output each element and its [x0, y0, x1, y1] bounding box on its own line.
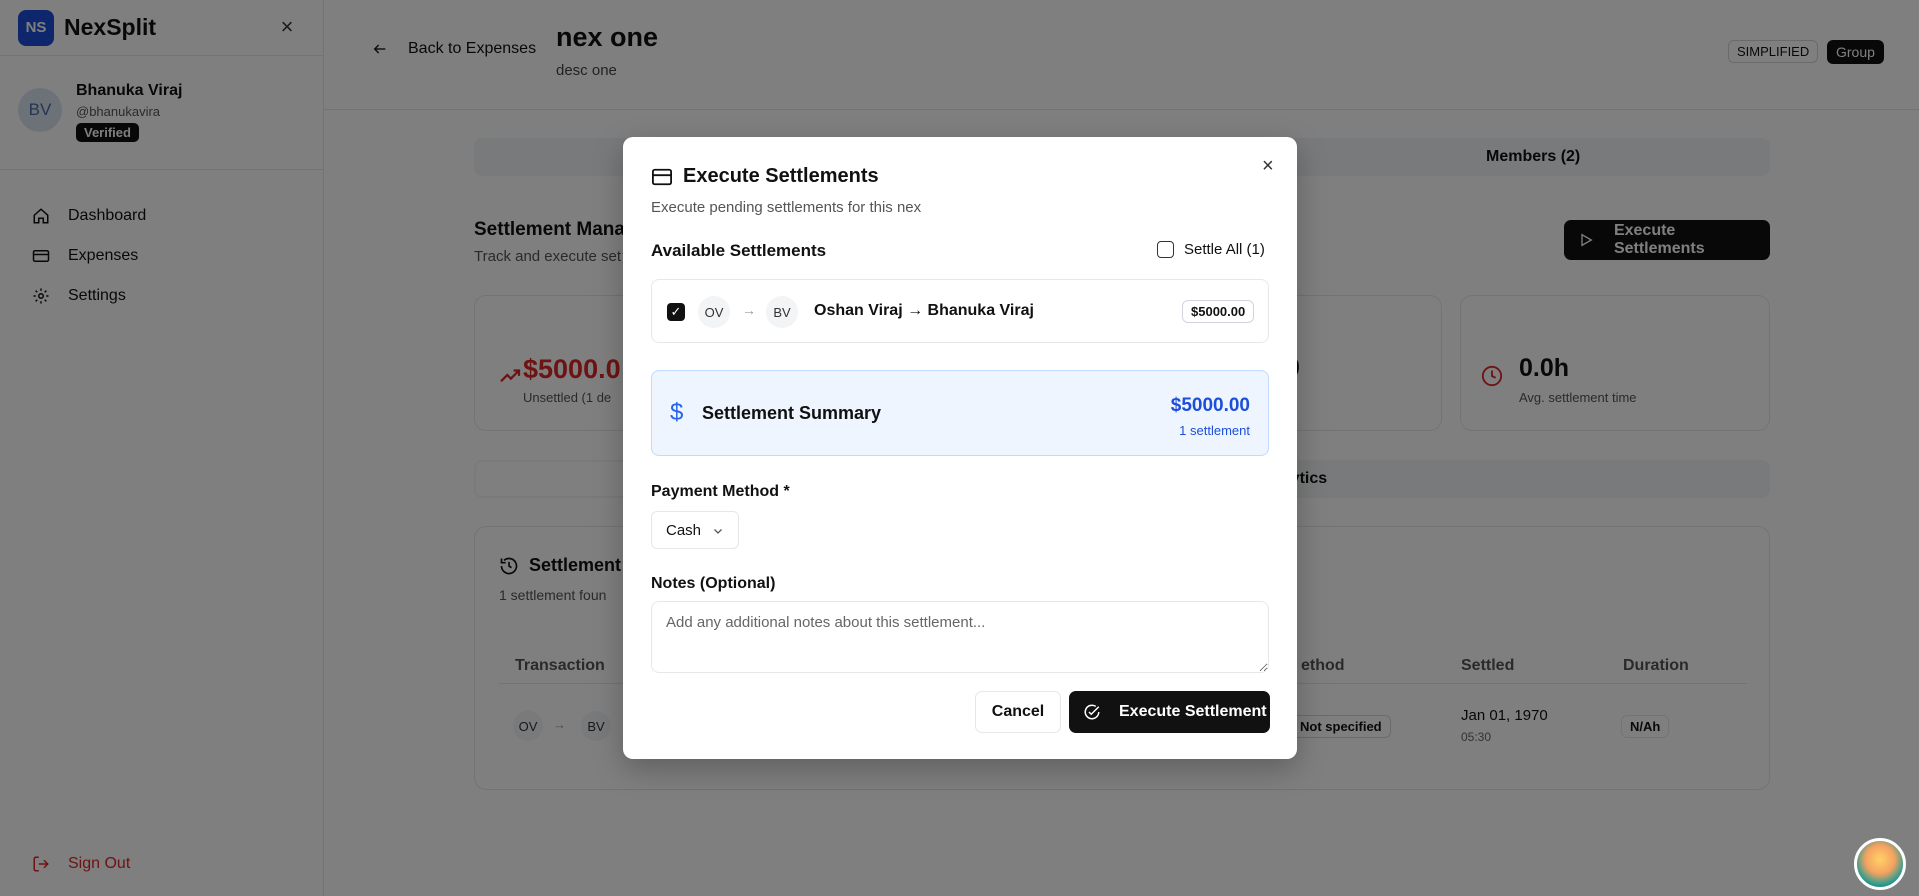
settlement-item[interactable]: ✓ OV → BV Oshan Viraj → Bhanuka Viraj $5…	[651, 279, 1269, 343]
settle-all-label: Settle All (1)	[1184, 241, 1265, 258]
assistant-avatar[interactable]	[1854, 838, 1906, 890]
close-icon[interactable]: ×	[1262, 155, 1274, 178]
check-circle-icon	[1084, 704, 1100, 720]
item-checkbox[interactable]: ✓	[667, 303, 685, 321]
summary-amount: $5000.00	[1170, 395, 1250, 416]
amount-badge: $5000.00	[1182, 300, 1255, 323]
settle-all-checkbox[interactable]: Settle All (1)	[1157, 241, 1265, 258]
chevron-down-icon	[714, 529, 722, 534]
execute-settlement-button[interactable]: Execute Settlement	[1069, 691, 1270, 733]
to-avatar: BV	[766, 296, 798, 328]
notes-label: Notes (Optional)	[651, 575, 776, 592]
arrow-right-icon: →	[742, 302, 756, 318]
settlement-pair: Oshan Viraj → Bhanuka Viraj	[814, 302, 1034, 319]
payment-method-select[interactable]: Cash	[651, 511, 739, 549]
payment-method-label: Payment Method *	[651, 483, 790, 500]
payment-method-value: Cash	[666, 521, 702, 539]
dialog-title-text: Execute Settlements	[683, 165, 879, 187]
dialog-subtitle: Execute pending settlements for this nex	[651, 199, 922, 216]
card-icon	[652, 168, 672, 185]
summary-count: 1 settlement	[1179, 423, 1250, 438]
dialog-title: Execute Settlements	[651, 165, 879, 188]
checkbox-empty[interactable]	[1157, 241, 1174, 258]
settlement-summary: $ Settlement Summary $5000.00 1 settleme…	[651, 370, 1269, 456]
execute-settlement-label: Execute Settlement	[1119, 703, 1267, 720]
dollar-icon: $	[670, 399, 684, 426]
summary-title: Settlement Summary	[702, 403, 882, 423]
available-settlements-heading: Available Settlements	[651, 241, 827, 260]
from-avatar: OV	[698, 296, 730, 328]
execute-settlements-dialog: Execute Settlements × Execute pending se…	[623, 137, 1297, 759]
cancel-button[interactable]: Cancel	[975, 691, 1061, 733]
notes-textarea[interactable]	[651, 601, 1269, 673]
